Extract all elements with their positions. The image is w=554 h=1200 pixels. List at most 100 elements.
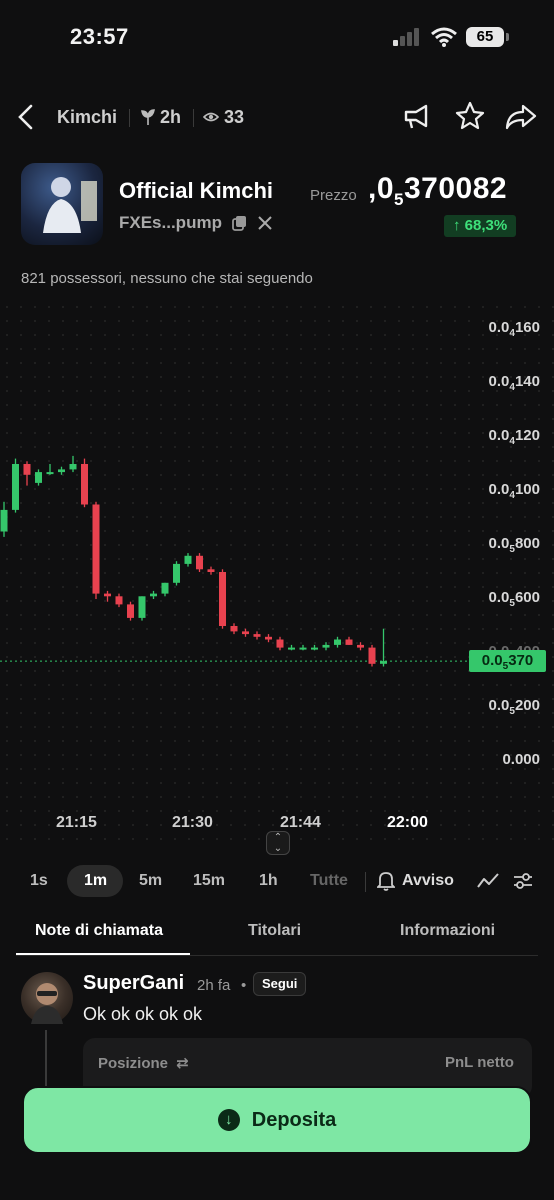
avatar[interactable] — [21, 972, 73, 1024]
candle[interactable] — [368, 644, 376, 667]
candle[interactable] — [23, 461, 31, 486]
follow-button[interactable]: Segui — [253, 972, 307, 996]
bell-icon[interactable] — [377, 871, 395, 891]
candle[interactable] — [265, 634, 272, 643]
timeframe-1s[interactable]: 1s — [30, 872, 48, 890]
timeframe-1h[interactable]: 1h — [259, 872, 278, 890]
candle[interactable] — [230, 623, 238, 635]
token-avatar — [21, 163, 103, 245]
timeframe-15m[interactable]: 15m — [193, 872, 225, 890]
swap-icon[interactable]: ⇄ — [176, 1055, 189, 1072]
candlestick-chart[interactable] — [0, 300, 554, 800]
y-tick-label: 0.04120 — [489, 427, 540, 447]
megaphone-icon[interactable] — [402, 103, 432, 131]
candle[interactable] — [242, 628, 249, 637]
line-chart-icon[interactable] — [477, 872, 499, 890]
copy-icon[interactable] — [232, 215, 247, 231]
candle-body — [196, 555, 203, 570]
candle-body — [311, 647, 318, 650]
candle[interactable] — [161, 582, 169, 597]
candle[interactable] — [276, 636, 284, 651]
share-icon[interactable] — [505, 103, 537, 131]
post-username[interactable]: SuperGani — [83, 972, 184, 995]
candle[interactable] — [127, 601, 134, 621]
candle[interactable] — [196, 553, 203, 572]
candle[interactable] — [311, 644, 318, 651]
price-prefix: ,0 — [368, 172, 395, 205]
candle[interactable] — [138, 596, 146, 621]
candle[interactable] — [0, 501, 8, 537]
candle-body — [276, 639, 284, 648]
candle-body — [299, 647, 307, 650]
candle-body — [357, 644, 364, 648]
candle-body — [230, 626, 238, 632]
tab-info[interactable]: Informazioni — [400, 922, 495, 940]
candle-body — [92, 504, 100, 594]
timeframe-5m[interactable]: 5m — [139, 872, 162, 890]
settings-sliders-icon[interactable] — [513, 871, 533, 891]
current-price-label: 0.05370 — [469, 650, 546, 672]
candle[interactable] — [357, 642, 364, 651]
candle[interactable] — [345, 636, 353, 645]
price-digits: 370082 — [404, 172, 508, 205]
candle[interactable] — [184, 553, 192, 567]
tab-holders[interactable]: Titolari — [248, 922, 301, 940]
candle[interactable] — [115, 593, 123, 608]
candle-body — [219, 572, 226, 626]
signal-icon — [393, 28, 419, 46]
x-twitter-icon[interactable] — [258, 216, 272, 230]
candle[interactable] — [334, 636, 341, 648]
candle-body — [150, 593, 157, 597]
y-tick-label: 0.05600 — [489, 589, 540, 609]
candle-body — [265, 636, 272, 640]
candle[interactable] — [207, 566, 215, 575]
candle[interactable] — [69, 455, 77, 473]
candle[interactable] — [46, 464, 54, 475]
candle[interactable] — [35, 469, 42, 486]
tab-call-notes[interactable]: Note di chiamata — [35, 922, 163, 940]
y-tick-tail: 600 — [514, 589, 540, 606]
candle[interactable] — [288, 644, 295, 651]
y-tick-tail: 160 — [514, 319, 540, 336]
candle[interactable] — [150, 590, 157, 599]
y-tick-tail: 100 — [514, 481, 540, 498]
timeframe-all[interactable]: Tutte — [310, 872, 348, 890]
y-tick-label: 0.04160 — [489, 319, 540, 339]
candle[interactable] — [322, 642, 330, 651]
price-subscript: 5 — [394, 190, 404, 209]
candle[interactable] — [173, 561, 180, 586]
alert-button[interactable]: Avviso — [402, 872, 454, 890]
y-tick-lead: 0.0 — [488, 589, 510, 606]
current-price-tail: 370 — [508, 652, 534, 669]
candle[interactable] — [253, 631, 261, 640]
candle-body — [242, 631, 249, 635]
candle[interactable] — [12, 458, 19, 513]
back-icon[interactable] — [16, 104, 36, 130]
candle[interactable] — [81, 458, 88, 508]
y-tick-lead: 0.0 — [488, 697, 510, 714]
candle[interactable] — [104, 590, 111, 602]
candle[interactable] — [58, 466, 65, 475]
expand-chart-icon[interactable]: ⌃ ⌄ — [266, 831, 290, 855]
y-tick-tail: 140 — [514, 373, 540, 390]
deposit-button[interactable]: ↓ Deposita — [22, 1086, 532, 1154]
candle-body — [253, 634, 261, 637]
star-icon[interactable] — [455, 101, 485, 131]
y-tick-lead: 0.000 — [502, 751, 540, 768]
candle[interactable] — [219, 569, 226, 629]
timeframe-1m[interactable]: 1m — [84, 872, 107, 890]
candle[interactable] — [299, 644, 307, 651]
tabs-divider — [16, 955, 538, 956]
x-tick-label: 21:15 — [56, 814, 97, 831]
candle-body — [161, 582, 169, 594]
y-tick-label: 0.000 — [502, 751, 540, 771]
post-message: Ok ok ok ok ok — [83, 1004, 203, 1024]
candle-body — [207, 569, 215, 572]
candle-body — [334, 639, 341, 645]
battery-indicator: 65 — [466, 27, 509, 47]
candle-body — [58, 469, 65, 473]
y-tick-lead: 0.0 — [488, 427, 510, 444]
candle[interactable] — [92, 501, 100, 599]
holders-text[interactable]: 821 possessori, nessuno che stai seguend… — [21, 270, 313, 287]
wifi-icon — [431, 27, 457, 47]
